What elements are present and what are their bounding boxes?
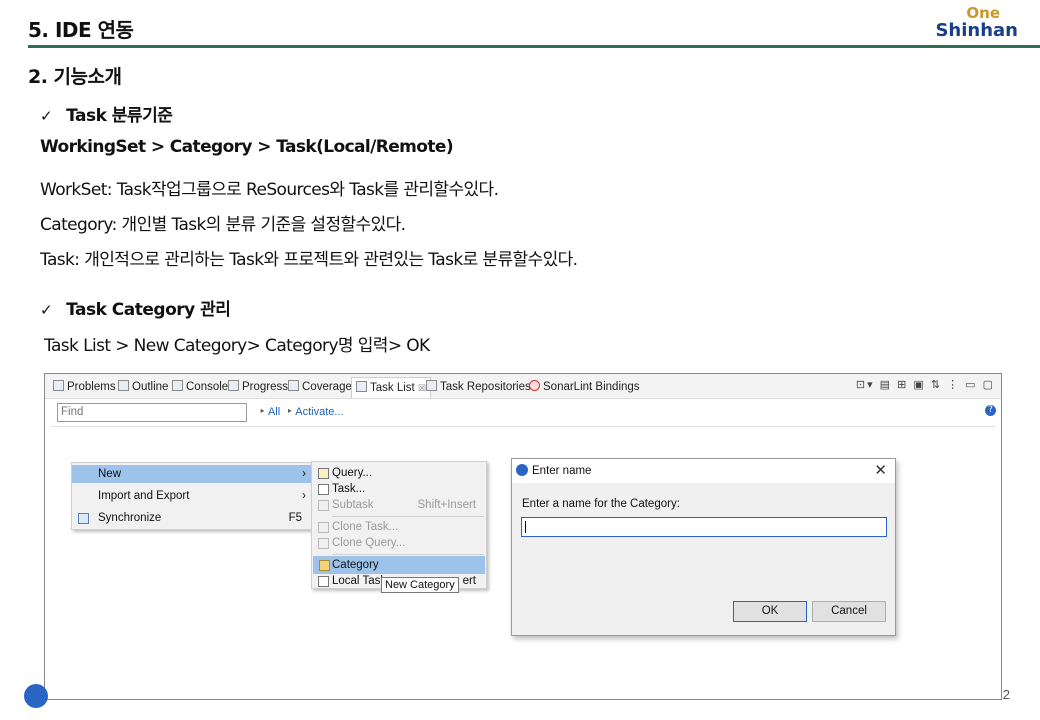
find-input[interactable]: Find	[57, 403, 247, 422]
local-task-icon	[318, 576, 329, 587]
synchronize-icon	[78, 513, 89, 524]
submenu-item-clone-query[interactable]: Clone Query...	[312, 534, 486, 552]
bullet-task-category: ✓ Task Category 관리	[40, 295, 231, 320]
tab-progress[interactable]: Progress	[228, 380, 288, 393]
menu-separator	[332, 516, 484, 517]
activate-link[interactable]: Activate...	[295, 406, 343, 418]
check-icon: ✓	[40, 107, 53, 125]
hierarchy-line: WorkingSet > Category > Task(Local/Remot…	[40, 137, 454, 157]
task-description: Task: 개인적으로 관리하는 Task와 프로젝트와 관련있는 Task로 …	[40, 250, 578, 270]
shinhan-footer-logo-icon	[24, 684, 48, 708]
workset-description: WorkSet: Task작업그룹으로 ReSources와 Task를 관리할…	[40, 180, 499, 200]
dialog-title-bar: Enter name ✕	[512, 459, 895, 483]
logo-shinhan-text: Shinhan	[935, 20, 1018, 41]
task-repositories-icon	[426, 380, 437, 391]
dialog-message: Enter a name for the Category:	[522, 498, 680, 510]
category-name-input[interactable]	[521, 517, 887, 537]
bullet-label: Task 분류기준	[66, 106, 173, 126]
text-caret	[525, 521, 526, 533]
section-title: 2. 기능소개	[28, 66, 122, 88]
task-list-icon	[356, 381, 367, 392]
menu-separator	[332, 554, 484, 555]
shinhan-logo: One Shinhan	[932, 6, 1018, 44]
chevron-right-icon: ›	[302, 490, 306, 502]
bullet-label: Task Category 관리	[66, 300, 231, 320]
close-icon[interactable]: ✕	[874, 461, 887, 479]
ok-button[interactable]: OK	[733, 601, 807, 622]
tab-coverage[interactable]: Coverage	[288, 380, 352, 393]
progress-icon	[228, 380, 239, 391]
help-icon[interactable]: ?	[985, 405, 996, 416]
view-toolbar-icons[interactable]: ⊡▾ ▤ ⊞ ▣ ⇅ ⋮ ▭ ▢	[856, 378, 995, 391]
clone-task-icon	[318, 522, 329, 533]
ide-screenshot: Problems Outline Console Progress Covera…	[44, 373, 1002, 700]
close-icon[interactable]: ☒	[418, 383, 426, 393]
subtask-icon	[318, 500, 329, 511]
category-icon	[319, 560, 330, 571]
menu-item-import-export[interactable]: Import and Export ›	[72, 487, 312, 505]
tab-problems[interactable]: Problems	[53, 380, 116, 393]
sonarlint-icon	[529, 380, 540, 391]
category-description: Category: 개인별 Task의 분류 기준을 설정할수있다.	[40, 215, 406, 235]
outline-icon	[118, 380, 129, 391]
task-filter-links: ‣ All ‣ Activate...	[259, 406, 344, 418]
new-submenu: Query... Task... Subtask Shift+Insert Cl…	[311, 461, 487, 589]
title-divider	[28, 45, 1040, 48]
slide-title: 5. IDE 연동	[28, 18, 134, 42]
task-icon	[318, 484, 329, 495]
check-icon: ✓	[40, 301, 53, 319]
bullet-task-classification: ✓ Task 분류기준	[40, 101, 173, 126]
tooltip-new-category: New Category	[381, 577, 459, 593]
eclipse-icon	[516, 464, 528, 476]
dialog-title: Enter name	[532, 465, 592, 477]
steps-line: Task List > New Category> Category명 입력> …	[44, 336, 430, 356]
context-menu: New › Import and Export › Synchronize F5	[71, 462, 313, 530]
console-icon	[172, 380, 183, 391]
page-number: 2	[1002, 687, 1010, 702]
chevron-right-icon: ›	[302, 468, 306, 480]
tab-console[interactable]: Console	[172, 380, 228, 393]
filter-all-link[interactable]: All	[268, 406, 280, 418]
enter-name-dialog: Enter name ✕ Enter a name for the Catego…	[511, 458, 896, 636]
logo-one-text: One	[966, 4, 1000, 22]
coverage-icon	[288, 380, 299, 391]
task-list-divider	[51, 426, 995, 427]
submenu-item-subtask[interactable]: Subtask Shift+Insert	[312, 496, 486, 514]
tab-task-list[interactable]: Task List ☒	[351, 377, 432, 398]
view-tab-bar: Problems Outline Console Progress Covera…	[45, 374, 1001, 399]
query-icon	[318, 468, 329, 479]
cancel-button[interactable]: Cancel	[812, 601, 886, 622]
tab-task-repositories[interactable]: Task Repositories	[426, 380, 531, 393]
menu-item-new[interactable]: New ›	[72, 465, 312, 483]
clone-query-icon	[318, 538, 329, 549]
menu-item-synchronize[interactable]: Synchronize F5	[72, 509, 312, 527]
tab-sonarlint-bindings[interactable]: SonarLint Bindings	[529, 380, 640, 393]
problems-icon	[53, 380, 64, 391]
tab-outline[interactable]: Outline	[118, 380, 168, 393]
